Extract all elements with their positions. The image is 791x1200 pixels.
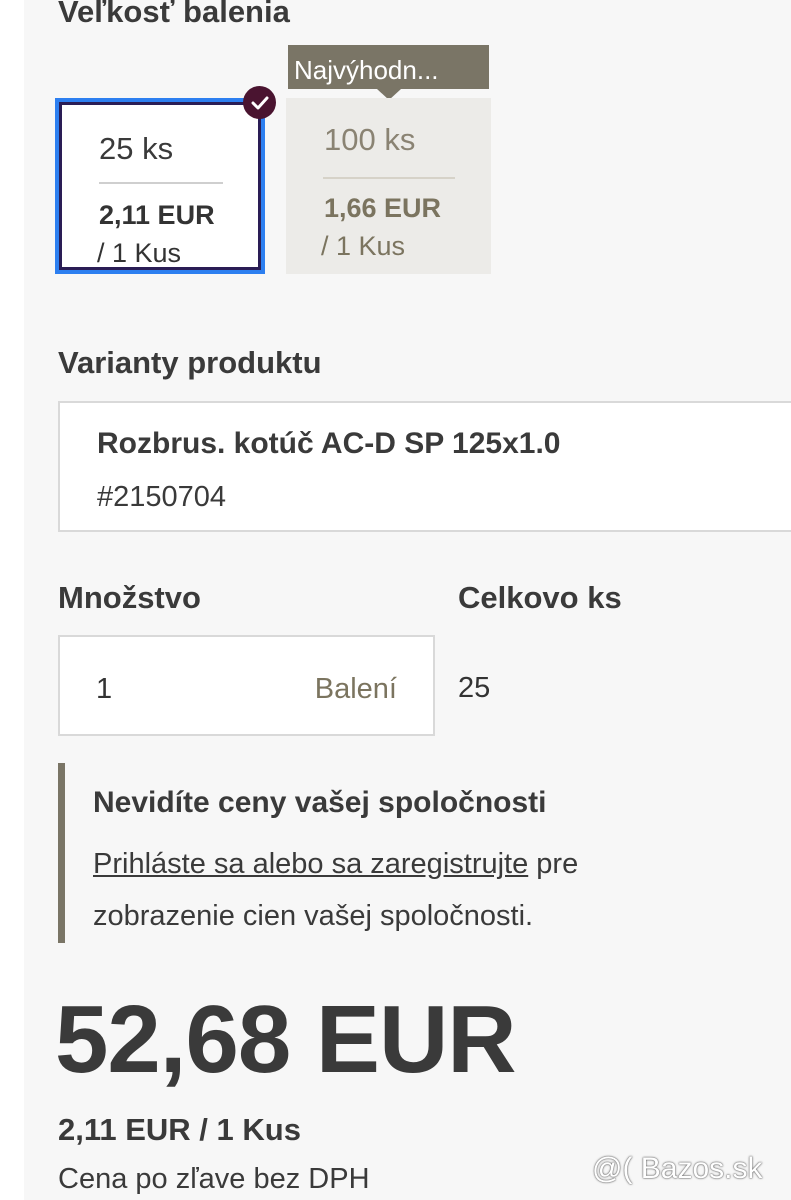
quantity-unit: Balení [314,673,397,705]
total-pieces-value: 25 [458,672,491,704]
variant-name: Rozbrus. kotúč AC-D SP 125x1.0 [97,427,561,460]
bazos-watermark: @( Bazos.sk [592,1152,763,1185]
pack-qty: 100 ks [324,122,416,157]
pack-option-25[interactable]: 25 ks 2,11 EUR / 1 Kus [55,98,265,274]
notice-accent-bar [58,763,65,943]
login-register-link[interactable]: Prihláste sa alebo sa zaregistrujte [93,848,528,880]
quantity-title: Množstvo [58,580,201,615]
pack-size-title: Veľkosť balenia [58,0,290,29]
variant-sku: #2150704 [97,481,227,513]
pack-unit: / 1 Kus [97,238,182,268]
notice-title: Nevidíte ceny vašej spoločnosti [93,786,547,819]
best-value-label: Najvýhodn... [288,45,489,89]
pack-price: 1,66 EUR [324,193,442,223]
variant-selector[interactable]: Rozbrus. kotúč AC-D SP 125x1.0 #2150704 [58,401,791,532]
variants-title: Varianty produktu [58,345,322,380]
divider [323,177,455,179]
notice-text: Prihláste sa alebo sa zaregistrujte pre … [93,838,713,942]
quantity-input[interactable]: 1 Balení [58,635,435,736]
unit-price: 2,11 EUR / 1 Kus [58,1112,301,1147]
price-note: Cena po zľave bez DPH [58,1163,370,1195]
pack-price: 2,11 EUR [99,200,215,230]
checkmark-icon [243,86,276,119]
pack-option-100[interactable]: 100 ks 1,66 EUR / 1 Kus [286,98,491,274]
total-pieces-title: Celkovo ks [458,580,622,615]
total-price: 52,68 EUR [55,986,517,1093]
quantity-value: 1 [96,673,113,705]
divider [99,182,223,184]
pack-qty: 25 ks [99,131,174,166]
pack-unit: / 1 Kus [321,231,406,261]
